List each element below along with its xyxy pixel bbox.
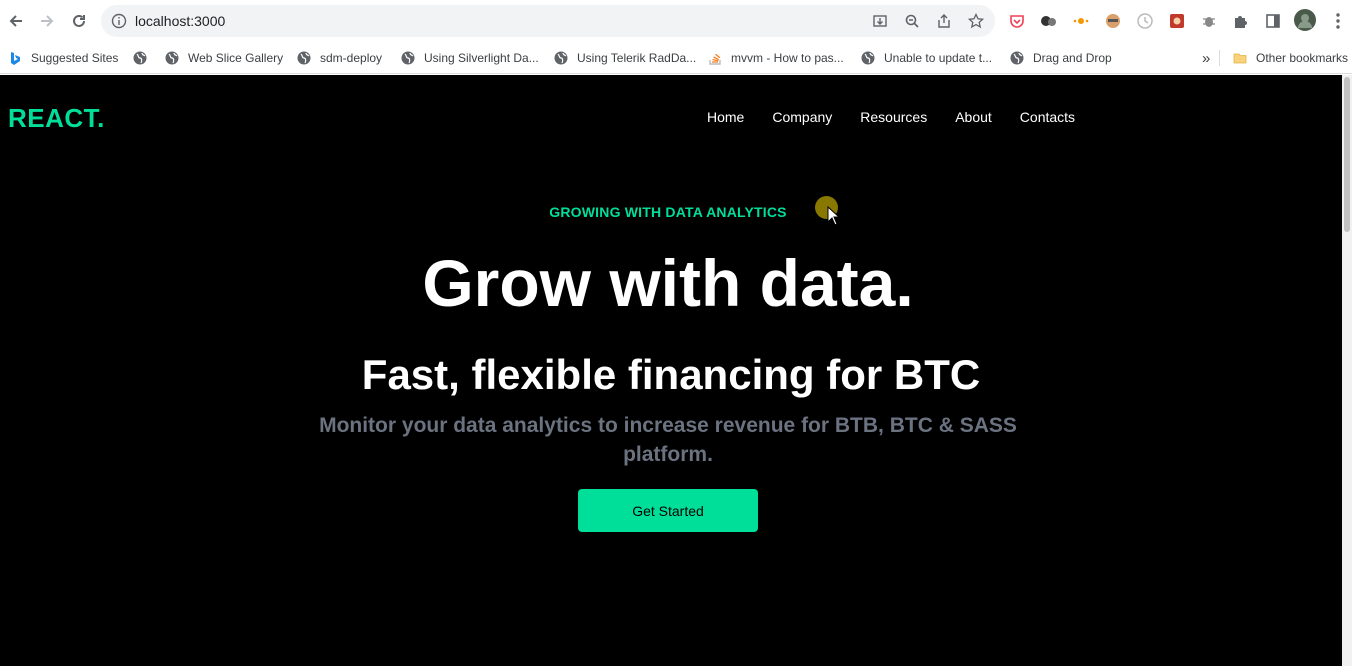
folder-icon bbox=[1233, 51, 1247, 65]
bookmark-using-silverlight[interactable]: Using Silverlight Da... bbox=[401, 48, 539, 68]
get-started-button[interactable]: Get Started bbox=[578, 489, 758, 532]
web-page: REACT. Home Company Resources About Cont… bbox=[0, 75, 1342, 666]
extensions-puzzle-icon[interactable] bbox=[1231, 11, 1251, 31]
back-button[interactable] bbox=[4, 9, 28, 33]
profile-avatar[interactable] bbox=[1294, 9, 1316, 31]
bookmark-unable-to-update[interactable]: Unable to update t... bbox=[861, 48, 992, 68]
pocket-icon[interactable] bbox=[1007, 11, 1027, 31]
browser-toolbar: localhost:3000 bbox=[0, 0, 1352, 42]
hero-description: Monitor your data analytics to increase … bbox=[319, 414, 1017, 466]
extension-face-icon[interactable] bbox=[1103, 11, 1123, 31]
site-info-icon[interactable] bbox=[111, 13, 127, 34]
globe-icon bbox=[165, 51, 179, 65]
extension-bug-icon[interactable] bbox=[1199, 11, 1219, 31]
reload-button[interactable] bbox=[67, 9, 91, 33]
globe-icon bbox=[554, 51, 568, 65]
globe-icon bbox=[861, 51, 875, 65]
bookmarks-divider bbox=[1219, 50, 1220, 66]
bookmarks-bar: Suggested Sites Web Slice Gallery sdm-de… bbox=[0, 42, 1352, 74]
address-bar[interactable]: localhost:3000 bbox=[101, 5, 995, 37]
site-nav: Home Company Resources About Contacts bbox=[707, 109, 1103, 125]
bookmark-mvvm[interactable]: mvvm - How to pas... bbox=[708, 48, 844, 68]
bookmark-sdm-deploy[interactable]: sdm-deploy bbox=[297, 48, 382, 68]
site-logo[interactable]: REACT. bbox=[8, 103, 105, 134]
page-scrollbar[interactable] bbox=[1342, 75, 1352, 666]
hero-kicker: GROWING WITH DATA ANALYTICS bbox=[549, 204, 787, 220]
nav-resources[interactable]: Resources bbox=[860, 109, 927, 125]
back-arrow-icon bbox=[9, 15, 22, 27]
globe-icon bbox=[297, 51, 311, 65]
bookmark-using-telerik[interactable]: Using Telerik RadDa... bbox=[554, 48, 696, 68]
nav-about[interactable]: About bbox=[955, 109, 992, 125]
zoom-icon[interactable] bbox=[903, 12, 921, 30]
reload-icon bbox=[73, 14, 85, 27]
nav-home[interactable]: Home bbox=[707, 109, 744, 125]
forward-arrow-icon bbox=[41, 15, 54, 27]
extension-image-icon[interactable] bbox=[1167, 11, 1187, 31]
nav-contacts[interactable]: Contacts bbox=[1020, 109, 1075, 125]
side-panel-icon[interactable] bbox=[1263, 11, 1283, 31]
url-text: localhost:3000 bbox=[135, 13, 226, 29]
hero-headline: Grow with data. bbox=[422, 246, 914, 320]
stackoverflow-icon bbox=[708, 51, 722, 65]
forward-button[interactable] bbox=[35, 9, 59, 33]
bing-icon bbox=[8, 51, 22, 65]
install-icon[interactable] bbox=[871, 12, 889, 30]
extension-dots-icon[interactable] bbox=[1039, 11, 1059, 31]
share-icon[interactable] bbox=[935, 12, 953, 30]
hero-subheadline: Fast, flexible financing for BTC bbox=[361, 351, 981, 398]
mouse-cursor-icon bbox=[827, 206, 841, 226]
extension-timer-icon[interactable] bbox=[1135, 11, 1155, 31]
globe-icon bbox=[1010, 51, 1024, 65]
extension-spark-icon[interactable] bbox=[1071, 11, 1091, 31]
bookmark-star-icon[interactable] bbox=[967, 12, 985, 30]
bookmark-web-slice-gallery[interactable]: Web Slice Gallery bbox=[165, 48, 283, 68]
bookmarks-overflow-button[interactable]: » bbox=[1202, 48, 1210, 68]
bookmark-suggested-sites[interactable]: Suggested Sites bbox=[8, 48, 118, 68]
bookmark-other-bookmarks[interactable]: Other bookmarks bbox=[1233, 48, 1348, 68]
scrollbar-thumb[interactable] bbox=[1344, 77, 1350, 232]
browser-menu-icon[interactable] bbox=[1328, 11, 1348, 31]
bookmark-drag-and-drop[interactable]: Drag and Drop bbox=[1010, 48, 1112, 68]
nav-company[interactable]: Company bbox=[772, 109, 832, 125]
bookmark-globe[interactable] bbox=[133, 48, 156, 68]
globe-icon bbox=[133, 51, 147, 65]
globe-icon bbox=[401, 51, 415, 65]
